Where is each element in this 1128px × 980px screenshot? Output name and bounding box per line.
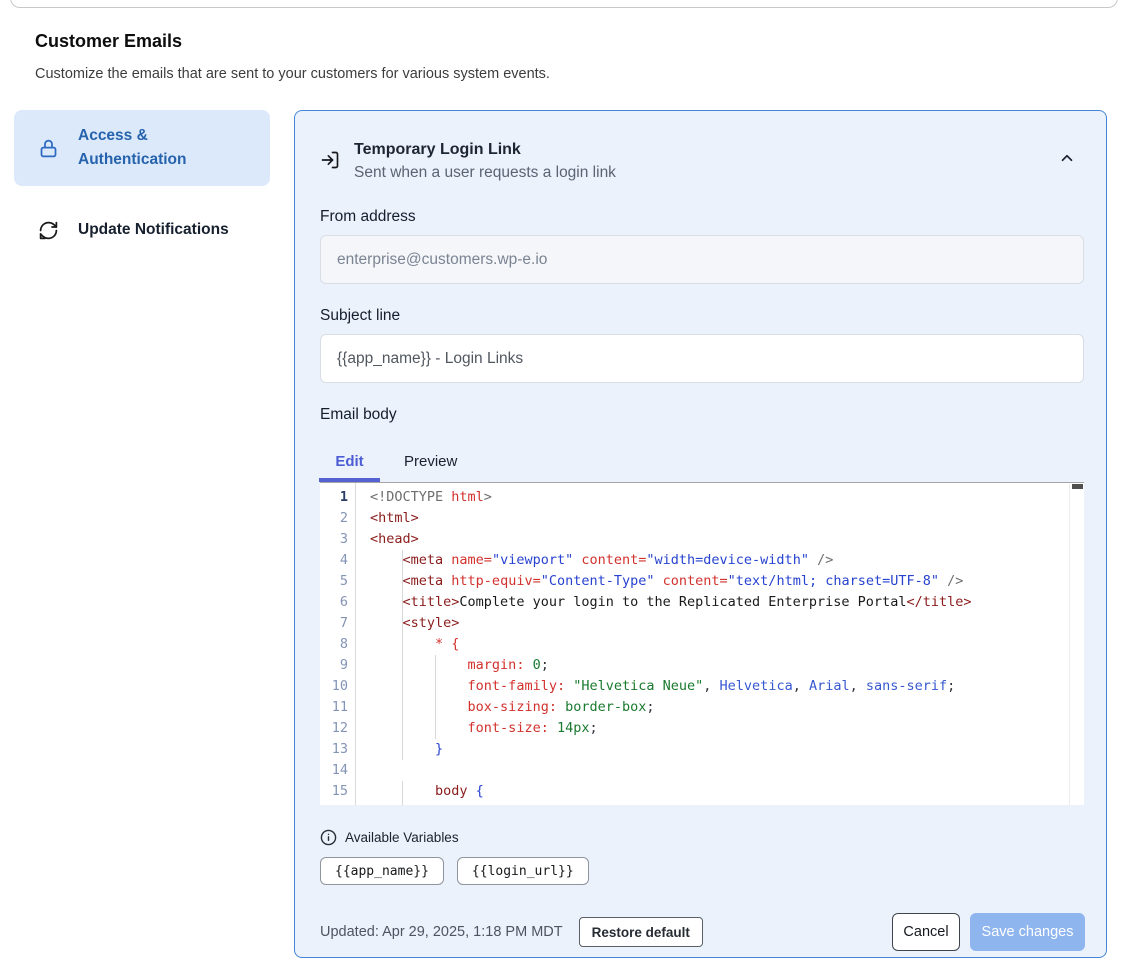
scrollbar-track <box>1069 484 1070 805</box>
editor-tabs: Edit Preview <box>320 448 1084 482</box>
save-changes-button[interactable]: Save changes <box>970 913 1085 951</box>
card-header-text: Temporary Login Link Sent when a user re… <box>354 139 616 185</box>
subject-line-label: Subject line <box>320 307 1082 325</box>
info-icon <box>320 829 337 846</box>
previous-section-edge <box>10 0 1118 8</box>
tab-preview[interactable]: Preview <box>404 453 457 482</box>
chevron-up-icon <box>1058 149 1076 167</box>
customer-emails-page: Customer Emails Customize the emails tha… <box>0 0 1128 980</box>
variable-chip[interactable]: {{app_name}} <box>320 857 444 885</box>
sidebar-item-label: Update Notifications <box>78 218 229 242</box>
variable-chip[interactable]: {{login_url}} <box>457 857 589 885</box>
sidebar-item-label: Access & Authentication <box>78 124 258 172</box>
editor-gutter: 12345678910111213141516 <box>320 487 348 805</box>
sidebar-item-update-notifications[interactable]: Update Notifications <box>14 204 270 256</box>
restore-default-button[interactable]: Restore default <box>579 917 703 947</box>
email-types-sidebar: Access & Authentication Update Notificat… <box>14 110 270 256</box>
cancel-button[interactable]: Cancel <box>892 913 960 951</box>
editor-code[interactable]: <!DOCTYPE html><html><head> <meta name="… <box>370 487 1068 805</box>
editor-scrollbar-thumb[interactable] <box>1072 484 1083 489</box>
page-subtitle: Customize the emails that are sent to yo… <box>35 66 550 82</box>
lock-icon <box>38 138 59 159</box>
collapse-button[interactable] <box>1052 143 1082 176</box>
variable-chips: {{app_name}} {{login_url}} <box>320 857 1082 885</box>
card-header: Temporary Login Link Sent when a user re… <box>320 139 1082 185</box>
temporary-login-link-card: Temporary Login Link Sent when a user re… <box>294 110 1107 958</box>
from-address-label: From address <box>320 208 1082 226</box>
page-title: Customer Emails <box>35 31 182 52</box>
updated-timestamp: Updated: Apr 29, 2025, 1:18 PM MDT <box>320 924 563 940</box>
card-title: Temporary Login Link <box>354 139 616 161</box>
from-address-input[interactable] <box>320 235 1084 284</box>
subject-line-input[interactable] <box>320 334 1084 383</box>
available-variables-label: Available Variables <box>345 830 459 845</box>
email-body-label: Email body <box>320 406 1082 424</box>
card-footer: Updated: Apr 29, 2025, 1:18 PM MDT Resto… <box>320 913 1085 951</box>
sidebar-item-access-authentication[interactable]: Access & Authentication <box>14 110 270 186</box>
refresh-icon <box>38 220 59 241</box>
gutter-separator <box>355 483 356 805</box>
code-editor[interactable]: 12345678910111213141516 <!DOCTYPE html><… <box>320 482 1084 805</box>
log-in-icon <box>320 150 340 170</box>
available-variables-header: Available Variables <box>320 829 1082 846</box>
card-subtitle: Sent when a user requests a login link <box>354 161 616 185</box>
